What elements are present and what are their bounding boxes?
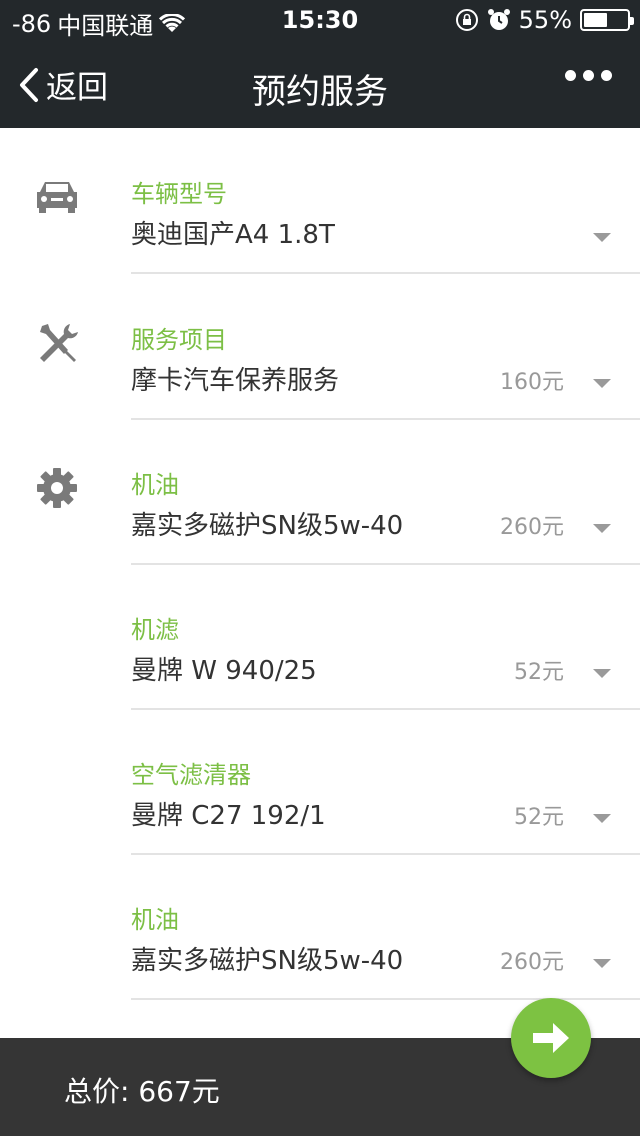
battery-icon [580,9,634,31]
battery-percent: 55% [518,6,572,34]
battery-level [584,13,607,27]
dropdown-caret-icon [593,814,611,823]
engine-oil-selector-2[interactable]: 机油 嘉实多磁护SN级5w-40 260元 [0,854,640,1000]
field-value: 嘉实多磁护SN级5w-40 [131,946,404,976]
field-value: 嘉实多磁护SN级5w-40 [131,511,404,541]
field-price: 260元 [500,950,564,975]
tools-icon [40,324,78,362]
top-bar: -86 中国联通 15:30 55% 返回 预约服务 [0,0,640,128]
dropdown-caret-icon [593,233,611,242]
dropdown-caret-icon [593,379,611,388]
field-value: 奥迪国产A4 1.8T [131,220,335,250]
dot-icon [565,70,576,81]
engine-oil-selector[interactable]: 机油 嘉实多磁护SN级5w-40 260元 [0,419,640,565]
total-price: 总价: 667元 [64,1075,220,1108]
dropdown-caret-icon [593,959,611,968]
field-label: 空气滤清器 [131,761,251,789]
field-label: 机油 [131,471,179,499]
rotation-lock-icon [455,9,478,31]
service-item-selector[interactable]: 服务项目 摩卡汽车保养服务 160元 [0,274,640,420]
air-filter-selector[interactable]: 空气滤清器 曼牌 C27 192/1 52元 [0,709,640,855]
vehicle-model-selector[interactable]: 车辆型号 奥迪国产A4 1.8T [0,128,640,274]
field-label: 服务项目 [131,326,227,354]
field-label: 机滤 [131,616,179,644]
arrow-right-icon [533,1023,569,1053]
gear-icon [37,468,77,508]
field-label: 机油 [131,906,179,934]
dropdown-caret-icon [593,669,611,678]
field-value: 曼牌 W 940/25 [131,656,317,686]
navigation-bar: 返回 预约服务 [0,40,640,128]
field-price: 260元 [500,515,564,540]
status-right: 55% [455,6,634,34]
battery-tip [630,17,634,25]
field-price: 52元 [514,660,564,685]
status-bar: -86 中国联通 15:30 55% [0,0,640,40]
field-value: 摩卡汽车保养服务 [131,366,340,396]
alarm-icon [487,9,510,30]
field-price: 52元 [514,805,564,830]
field-price: 160元 [500,370,564,395]
dot-icon [601,70,612,81]
next-button[interactable] [511,998,591,1078]
page-title: 预约服务 [252,72,388,112]
car-icon [37,182,77,213]
field-label: 车辆型号 [131,180,227,208]
field-value: 曼牌 C27 192/1 [131,801,326,831]
oil-filter-selector[interactable]: 机滤 曼牌 W 940/25 52元 [0,564,640,710]
dot-icon [583,70,594,81]
more-options-button[interactable] [565,70,612,81]
dropdown-caret-icon [593,524,611,533]
